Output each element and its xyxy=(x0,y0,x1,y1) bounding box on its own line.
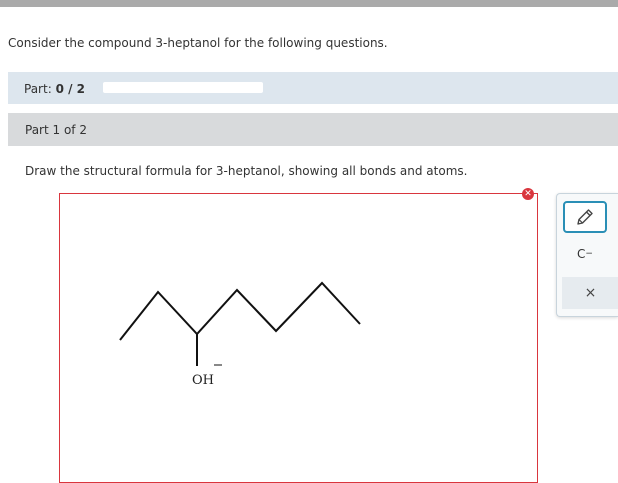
question-text: Draw the structural formula for 3-heptan… xyxy=(25,164,468,178)
part-progress-label: Part: 0 / 2 xyxy=(24,82,85,96)
part-label-prefix: Part: xyxy=(24,82,52,96)
top-bar xyxy=(0,0,618,7)
close-icon: × xyxy=(584,285,597,301)
carbon-chain-bonds[interactable] xyxy=(119,281,361,341)
part-progress-value: 0 / 2 xyxy=(55,82,85,96)
charge-label: C xyxy=(577,247,586,261)
progress-track xyxy=(103,82,263,93)
oh-atom-label[interactable]: OH xyxy=(192,373,214,388)
intro-text: Consider the compound 3-heptanol for the… xyxy=(8,36,388,50)
molecule-drawing[interactable]: OH xyxy=(60,194,537,482)
charge-sup: − xyxy=(585,249,593,259)
drawing-canvas[interactable]: OH xyxy=(59,193,538,483)
part-header: Part 1 of 2 xyxy=(8,113,618,146)
part-header-label: Part 1 of 2 xyxy=(25,123,87,137)
charge-button[interactable]: C − xyxy=(563,241,607,267)
pencil-button[interactable] xyxy=(563,201,607,233)
drawing-toolbar: C − × xyxy=(556,193,618,317)
x-circle-icon: ✕ xyxy=(522,188,534,200)
pencil-icon xyxy=(577,209,593,225)
part-progress-bar: Part: 0 / 2 xyxy=(8,72,618,104)
clear-button[interactable]: × xyxy=(562,277,618,309)
